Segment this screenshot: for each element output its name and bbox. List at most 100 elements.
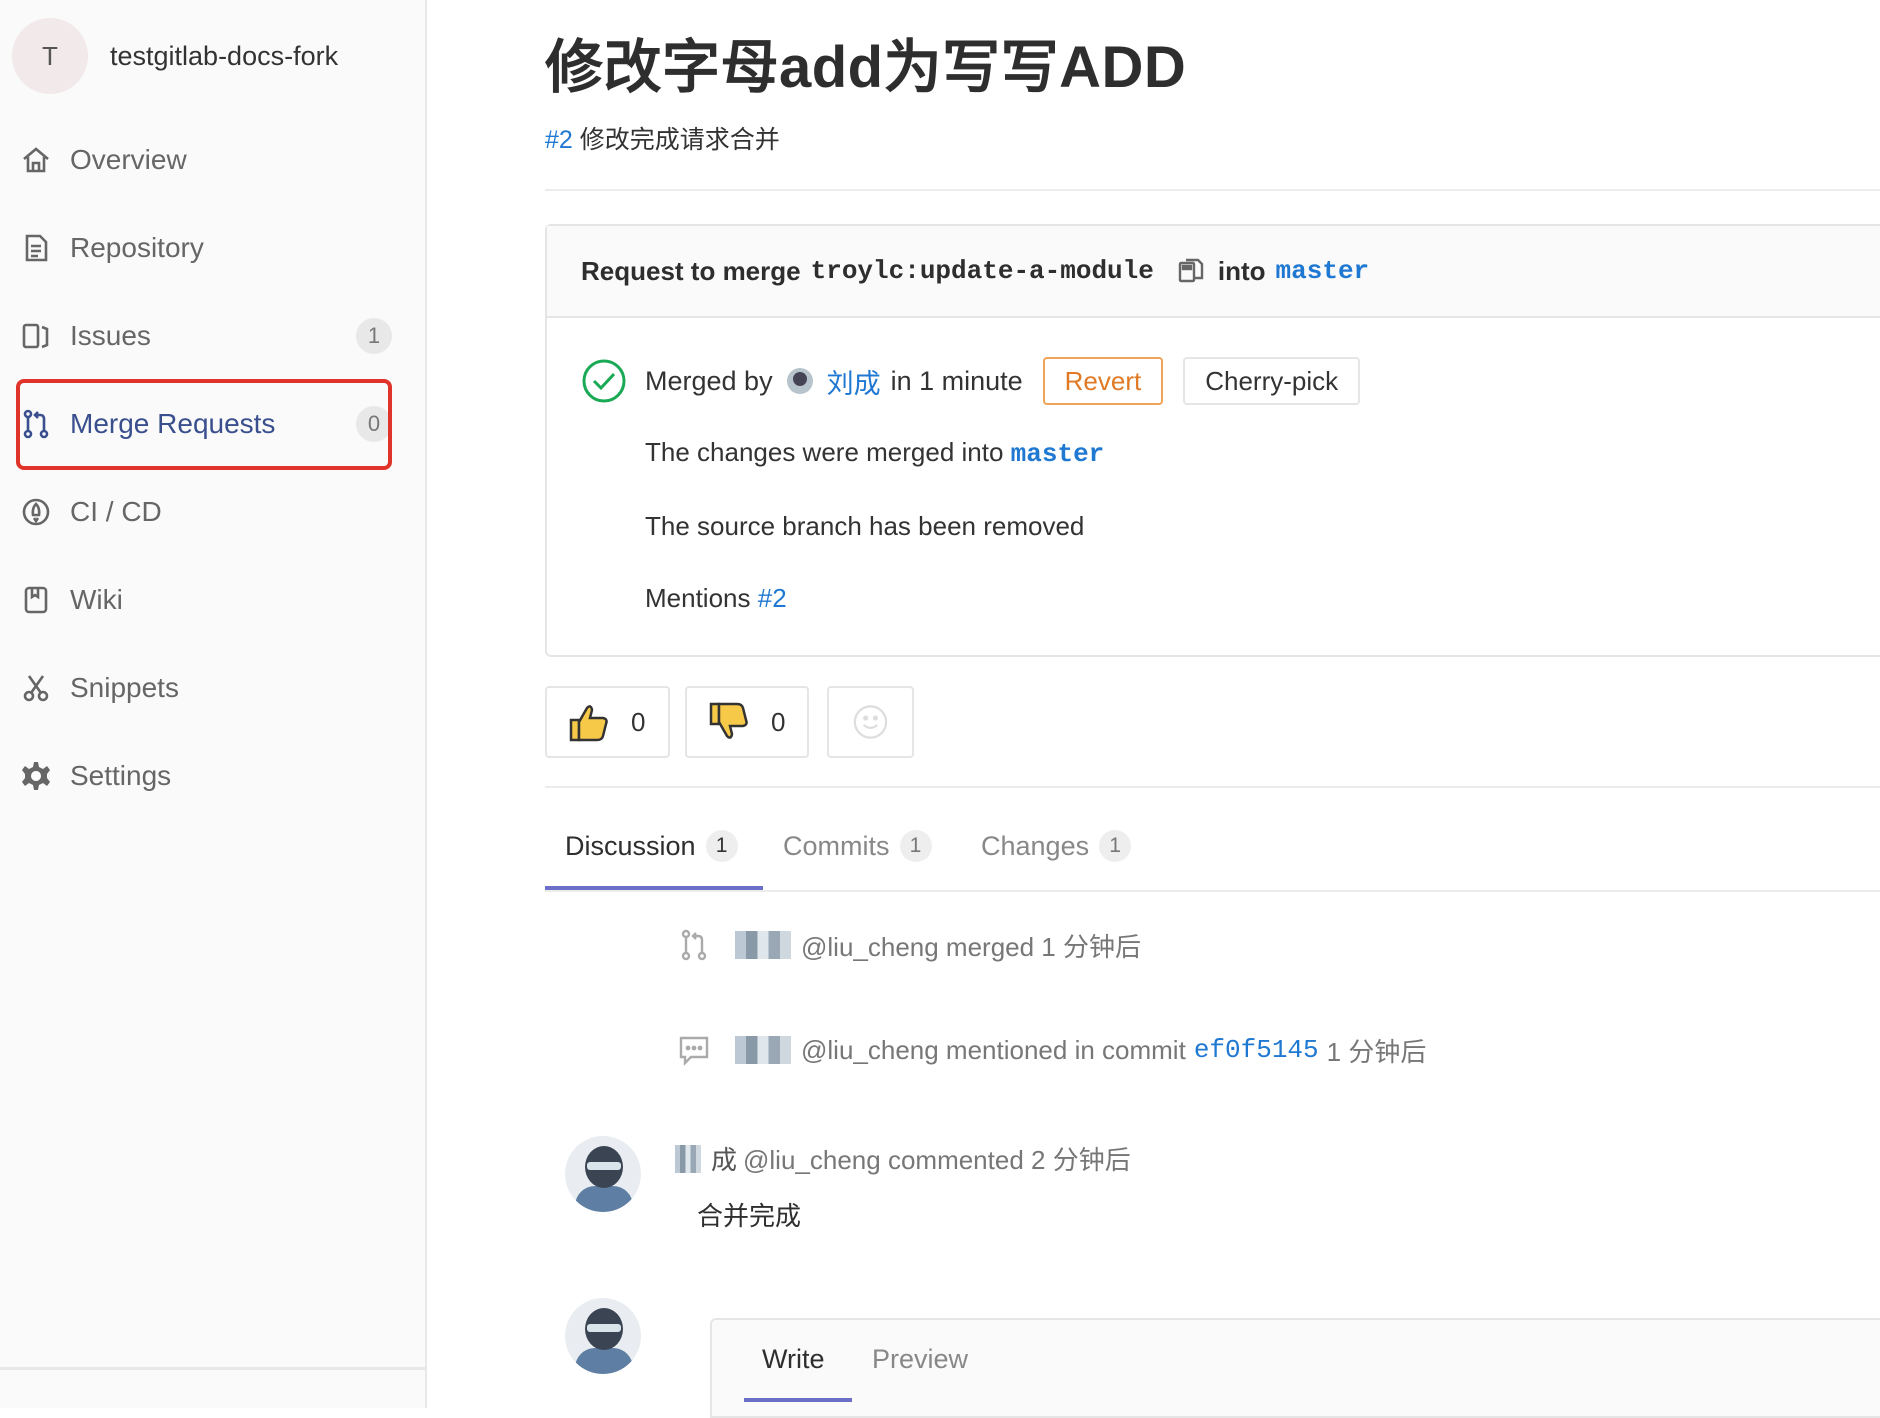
merge-request-page: 修改字母add为写写ADD #2 修改完成请求合并 Request to mer… [545,0,1880,1418]
merge-widget: Request to merge troylc:update-a-module … [545,224,1880,657]
comment-icon [679,1036,709,1066]
changes-merged-text: The changes were merged into master [645,437,1104,469]
add-reaction-button[interactable] [827,686,914,758]
sidebar-item-label: Merge Requests [70,408,276,439]
cherry-pick-button[interactable]: Cherry-pick [1183,357,1361,405]
commit-sha-link[interactable]: ef0f5145 [1194,1035,1319,1065]
sidebar-bottom-divider [0,1367,425,1370]
source-branch: troylc:update-a-module [810,256,1154,286]
scissors-icon [18,670,54,706]
thumbs-down-count: 0 [771,706,786,737]
merged-branch-link[interactable]: master [1011,439,1105,469]
merged-by-user-link[interactable]: 刘成 [827,362,881,401]
project-avatar[interactable]: T [12,18,88,94]
comment-meta: @liu_cheng commented 2 分钟后 [743,1145,1131,1175]
merged-by-label: Merged by [645,365,773,396]
check-circle-icon [582,359,626,403]
thumbs-down-button[interactable]: 0 [685,686,809,758]
thumbs-up-count: 0 [631,706,646,737]
sidebar-item-label: Overview [70,144,187,175]
issues-icon [18,318,54,354]
sidebar-item-merge-requests[interactable]: Merge Requests 0 [18,389,392,459]
commenter-avatar[interactable] [565,1136,641,1212]
tab-count-badge: 1 [705,830,738,862]
current-user-avatar[interactable] [565,1298,641,1374]
comment-body: 合并完成 [697,1201,802,1231]
blurred-username [675,1144,701,1173]
mr-reference-link[interactable]: #2 [545,126,573,154]
merge-icon [681,929,707,961]
comment-author-name[interactable]: 成 [711,1140,737,1177]
tab-count-badge: 1 [899,830,932,862]
sidebar-item-label: Settings [70,760,172,791]
tab-label: Discussion [565,830,696,861]
mr-description: #2 修改完成请求合并 [545,120,780,156]
sidebar-item-wiki[interactable]: Wiki [18,565,392,635]
gear-icon [18,758,54,794]
project-header[interactable]: T testgitlab-docs-fork [12,17,338,95]
active-editor-tab-indicator [744,1398,852,1402]
book-icon [18,582,54,618]
tab-commits[interactable]: Commits 1 [783,806,932,886]
system-note-text: @liu_cheng mentioned in commit [801,1034,1186,1065]
system-note-time: 1 分钟后 [1326,1036,1427,1067]
mentions-label: Mentions [645,583,751,613]
merge-widget-header: Request to merge troylc:update-a-module … [547,226,1880,318]
mr-description-text: 修改完成请求合并 [579,126,780,154]
copy-icon[interactable] [1176,256,1206,286]
smiley-icon [853,705,888,739]
thumbs-up-icon [569,705,608,742]
merge-request-icon [18,406,54,442]
project-sidebar: T testgitlab-docs-fork Overview Reposito… [0,0,427,1408]
blurred-username [735,931,791,959]
sidebar-item-label: CI / CD [70,496,162,527]
thumbs-up-button[interactable]: 0 [545,686,670,758]
tab-label: Commits [783,830,890,861]
project-name[interactable]: testgitlab-docs-fork [110,41,338,72]
merge-requests-count-badge: 0 [356,406,392,442]
sidebar-item-label: Repository [70,232,204,263]
system-note-mentioned: @liu_cheng mentioned in commit ef0f5145 … [677,1030,1426,1070]
sidebar-item-settings[interactable]: Settings [18,741,392,811]
blurred-username [735,1036,791,1064]
reply-editor: Write Preview [710,1318,1880,1418]
tab-label: Changes [981,830,1090,861]
merged-status-row: Merged by 刘成 in 1 minute Revert Cherry-p… [581,355,1361,407]
user-avatar[interactable] [786,368,813,394]
mentions-issue-link[interactable]: #2 [758,583,787,613]
target-branch-link[interactable]: master [1276,256,1370,286]
sidebar-item-ci-cd[interactable]: CI / CD [18,477,392,547]
system-note-merged: @liu_cheng merged 1 分钟后 [677,925,1141,965]
sidebar-item-issues[interactable]: Issues 1 [18,301,392,371]
issues-count-badge: 1 [356,318,392,354]
home-icon [18,142,54,178]
write-tab[interactable]: Write [762,1344,825,1375]
mentions-text: Mentions #2 [645,583,787,614]
tab-discussion[interactable]: Discussion 1 [565,806,738,886]
divider [545,786,1880,788]
sidebar-item-label: Issues [70,320,151,351]
rocket-icon [18,494,54,530]
repository-icon [18,230,54,266]
divider [545,890,1880,892]
page-title: 修改字母add为写写ADD [545,35,1187,100]
preview-tab[interactable]: Preview [872,1344,968,1375]
tab-changes[interactable]: Changes 1 [981,806,1132,886]
sidebar-item-repository[interactable]: Repository [18,213,392,283]
sidebar-item-label: Snippets [70,672,179,703]
comment-header: 成 @liu_cheng commented 2 分钟后 [675,1140,1131,1177]
into-label: into [1217,255,1266,286]
divider [545,189,1880,191]
mr-tabs: Discussion 1 Commits 1 Changes 1 [545,806,1880,890]
changes-merged-prefix: The changes were merged into [645,437,1004,467]
tab-count-badge: 1 [1099,830,1132,862]
merged-time: in 1 minute [890,365,1023,396]
sidebar-item-overview[interactable]: Overview [18,125,392,195]
sidebar-item-label: Wiki [70,584,123,615]
source-branch-removed-text: The source branch has been removed [645,511,1085,541]
thumbs-down-icon [709,702,748,739]
sidebar-item-snippets[interactable]: Snippets [18,653,392,723]
request-to-merge-label: Request to merge [581,255,801,286]
system-note-text: @liu_cheng merged 1 分钟后 [801,931,1141,962]
revert-button[interactable]: Revert [1042,357,1164,405]
